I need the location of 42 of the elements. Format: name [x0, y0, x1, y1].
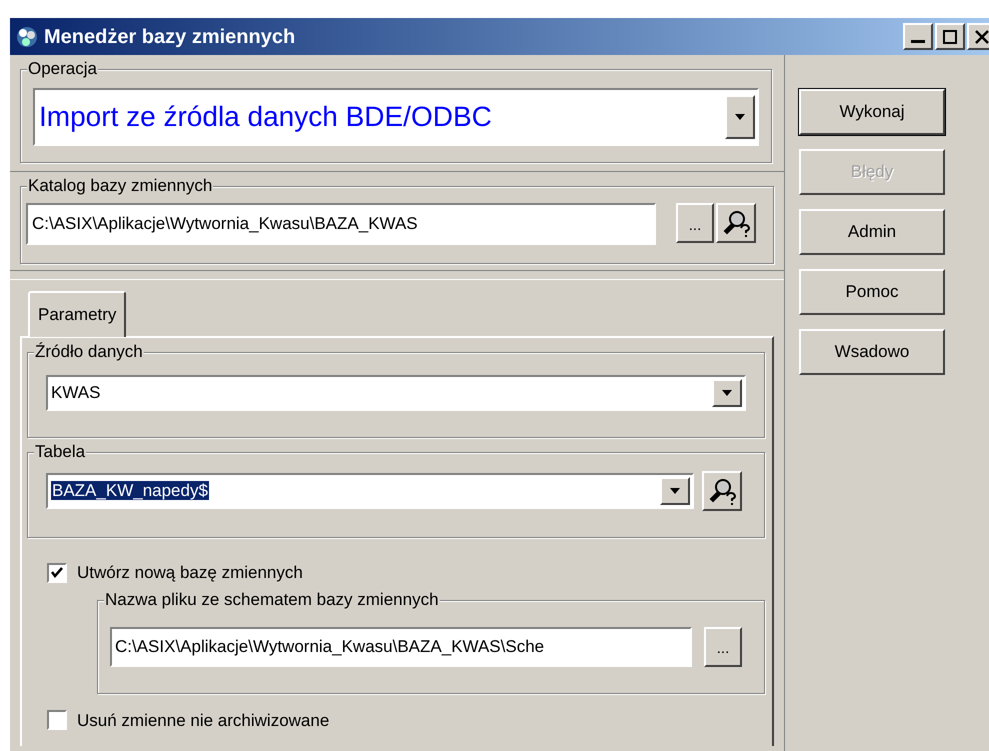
action-button[interactable]: Wykonaj [799, 89, 945, 135]
checkbox-label[interactable]: Utwórz nową bazę zmiennych [77, 560, 303, 586]
dropdown-button[interactable] [712, 379, 742, 407]
maximize-button[interactable] [935, 23, 965, 50]
group-label: Operacja [27, 59, 98, 79]
close-icon [975, 30, 989, 44]
checkbox-label[interactable]: Usuń zmienne nie archiwizowane [77, 708, 330, 733]
group-label: Nazwa pliku ze schematem bazy zmiennych [104, 590, 440, 610]
minimize-icon [911, 40, 925, 43]
group-label: Katalog bazy zmiennych [27, 176, 214, 196]
table-value: BAZA_KW_napedy$ [51, 481, 209, 500]
checkbox[interactable] [47, 710, 67, 730]
catalog-field[interactable]: C:\ASIX\Aplikacje\Wytwornia_Kwasu\BAZA_KWAS [26, 203, 656, 245]
source-dropdown[interactable]: KWAS [46, 375, 746, 411]
tab[interactable]: Parametry [28, 291, 126, 337]
action-button[interactable]: Pomoc [799, 269, 945, 315]
dropdown-button[interactable] [660, 477, 690, 505]
caret-icon [670, 488, 680, 494]
dropdown-button[interactable] [725, 95, 755, 139]
source-value: KWAS [51, 382, 102, 404]
magnifier-question-icon [722, 209, 750, 237]
group-label: Źródło danych [34, 342, 144, 362]
schema-file-field[interactable]: C:\ASIX\Aplikacje\Wytwornia_Kwasu\BAZA_KWAS\Sche [110, 626, 692, 666]
magnifier-question-icon [708, 477, 736, 505]
operation-value: Import ze źródla danych BDE/ODBC [39, 100, 493, 134]
search-button[interactable] [716, 203, 756, 243]
caret-icon [735, 114, 745, 120]
browse-button[interactable]: ... [704, 626, 742, 666]
caret-icon [722, 390, 732, 396]
maximize-icon [943, 30, 957, 44]
action-button[interactable]: Admin [799, 209, 945, 255]
operation-dropdown[interactable]: Import ze źródla danych BDE/ODBC [33, 88, 759, 146]
browse-button[interactable]: ... [676, 203, 714, 243]
close-button[interactable] [967, 23, 989, 50]
table-dropdown[interactable]: BAZA_KW_napedy$ [46, 473, 694, 509]
app-icon [14, 24, 40, 48]
search-button[interactable] [702, 471, 742, 511]
action-button[interactable]: Wsadowo [799, 329, 945, 375]
minimize-button[interactable] [903, 23, 933, 50]
checkmark-icon [51, 567, 63, 578]
window-title: Menedżer bazy zmiennych [44, 24, 296, 50]
checkbox[interactable] [47, 562, 67, 583]
